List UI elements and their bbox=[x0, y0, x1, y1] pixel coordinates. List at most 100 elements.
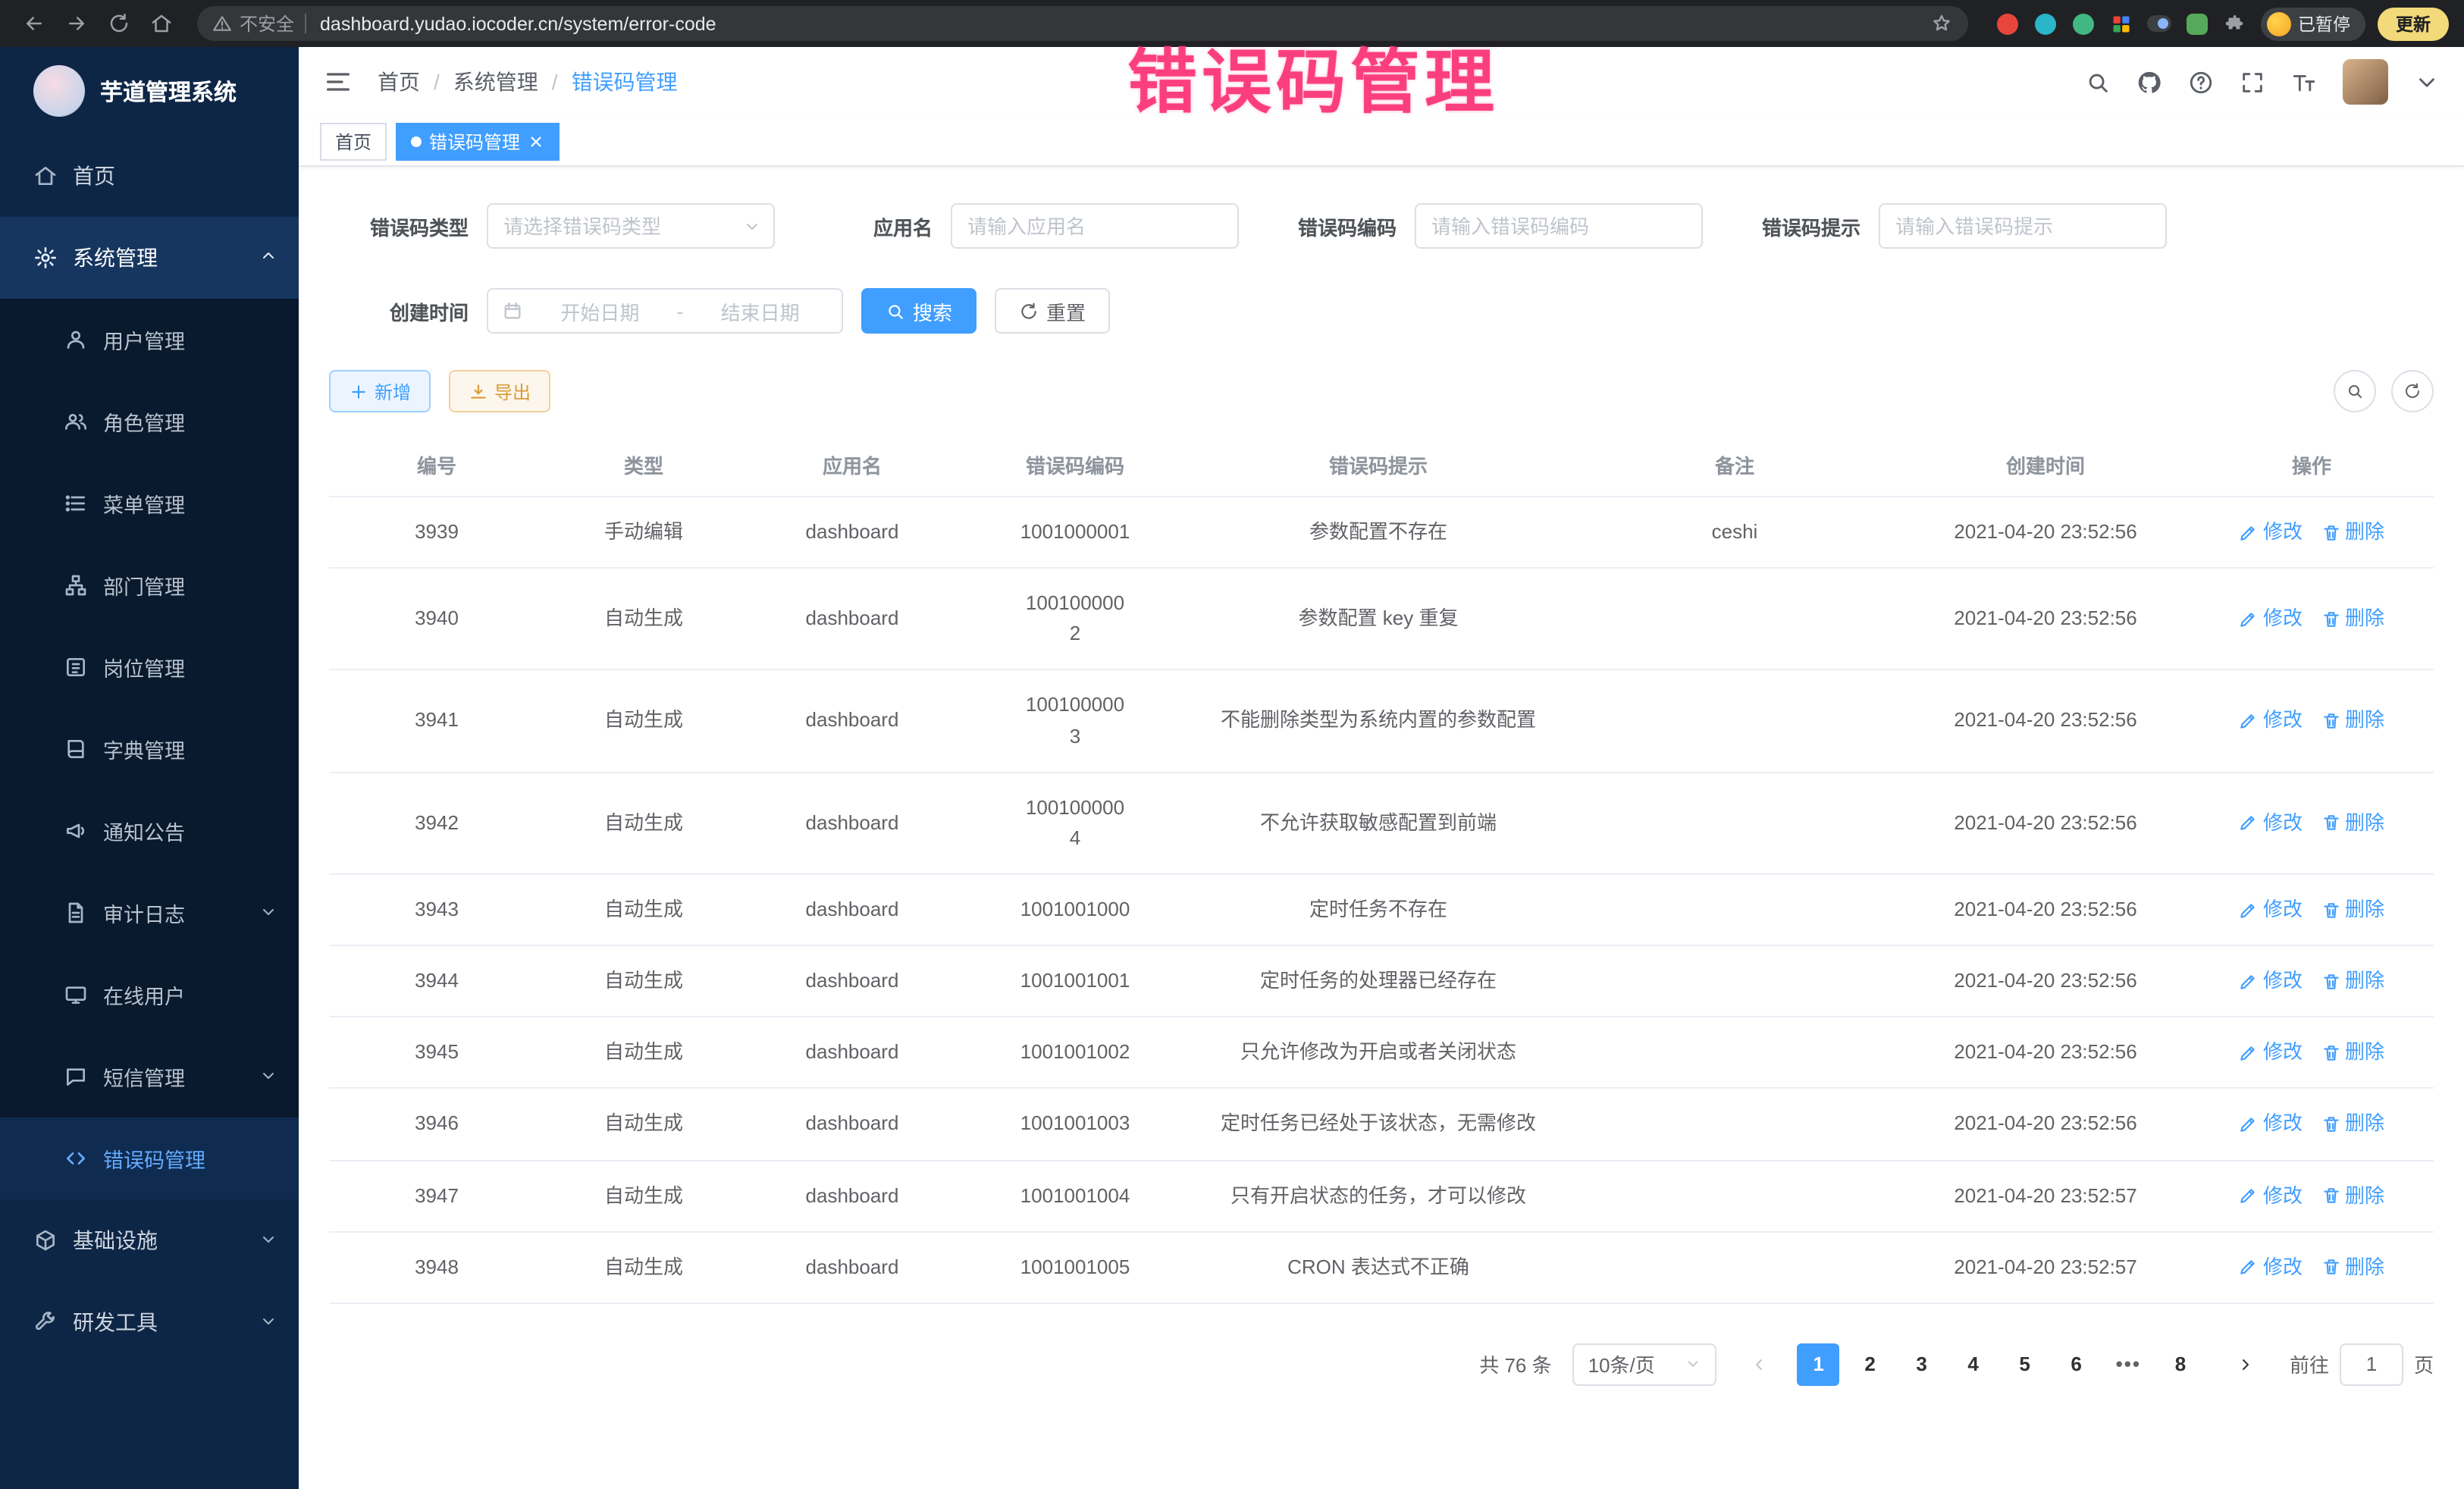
tab-item[interactable]: 错误码管理 bbox=[396, 122, 560, 160]
filter-input-field[interactable] bbox=[1892, 213, 2153, 239]
edit-link[interactable]: 修改 bbox=[2239, 895, 2303, 925]
cell-remark bbox=[1568, 804, 1901, 843]
sidebar-item-dept-management[interactable]: 部门管理 bbox=[0, 544, 299, 626]
filter-input[interactable] bbox=[951, 203, 1239, 249]
date-range-picker[interactable]: 开始日期 - 结束日期 bbox=[487, 288, 843, 334]
search-button[interactable]: 搜索 bbox=[861, 288, 977, 334]
add-button[interactable]: 新增 bbox=[329, 370, 431, 412]
delete-link[interactable]: 删除 bbox=[2321, 1180, 2384, 1211]
filter-input-field[interactable] bbox=[500, 213, 743, 239]
back-button[interactable] bbox=[15, 5, 52, 42]
edit-link[interactable]: 修改 bbox=[2239, 1180, 2303, 1211]
sidebar-item-user-management[interactable]: 用户管理 bbox=[0, 299, 299, 381]
user-avatar[interactable] bbox=[2343, 59, 2388, 105]
breadcrumb-item[interactable]: 首页 bbox=[378, 67, 420, 97]
filter-label: 应用名 bbox=[793, 212, 933, 240]
edit-link[interactable]: 修改 bbox=[2239, 517, 2303, 547]
edit-link[interactable]: 修改 bbox=[2239, 1109, 2303, 1139]
browser-update-button[interactable]: 更新 bbox=[2378, 7, 2449, 40]
sidebar-item-dict-management[interactable]: 字典管理 bbox=[0, 708, 299, 790]
filter-input[interactable] bbox=[1415, 203, 1703, 249]
edit-link[interactable]: 修改 bbox=[2239, 1252, 2303, 1282]
delete-link[interactable]: 删除 bbox=[2321, 1038, 2384, 1068]
search-icon[interactable] bbox=[2085, 69, 2111, 95]
page-button[interactable]: 1 bbox=[1798, 1343, 1840, 1386]
github-icon[interactable] bbox=[2136, 69, 2162, 95]
forward-button[interactable] bbox=[58, 5, 94, 42]
vue-devtools-icon[interactable] bbox=[2071, 11, 2095, 36]
extension-green-icon[interactable] bbox=[2184, 11, 2209, 36]
edit-link[interactable]: 修改 bbox=[2239, 808, 2303, 839]
edit-link[interactable]: 修改 bbox=[2239, 1038, 2303, 1068]
sidebar-item-post-management[interactable]: 岗位管理 bbox=[0, 626, 299, 708]
sidebar-item-notice-announcement[interactable]: 通知公告 bbox=[0, 790, 299, 872]
page-size-select[interactable]: 10条/页 bbox=[1573, 1343, 1717, 1386]
toggle-search-button[interactable] bbox=[2334, 370, 2376, 412]
sidebar-item-menu-management[interactable]: 菜单管理 bbox=[0, 462, 299, 544]
delete-link[interactable]: 删除 bbox=[2321, 808, 2384, 839]
reload-button[interactable] bbox=[100, 5, 136, 42]
sidebar-item-audit-log[interactable]: 审计日志 bbox=[0, 872, 299, 954]
sidebar: 芋道管理系统 首页系统管理用户管理角色管理菜单管理部门管理岗位管理字典管理通知公… bbox=[0, 47, 299, 1489]
delete-link[interactable]: 删除 bbox=[2321, 966, 2384, 996]
delete-link[interactable]: 删除 bbox=[2321, 517, 2384, 547]
filter-input-field[interactable] bbox=[1428, 213, 1689, 239]
hamburger-icon[interactable] bbox=[323, 67, 353, 97]
chevron-down-icon[interactable] bbox=[2414, 69, 2440, 95]
sidebar-item-label: 审计日志 bbox=[103, 898, 185, 928]
cell-time: 2021-04-20 23:52:56 bbox=[1901, 1018, 2190, 1088]
extension-teal-icon[interactable] bbox=[2033, 11, 2057, 36]
home-button[interactable] bbox=[143, 5, 179, 42]
filter-input-field[interactable] bbox=[964, 213, 1225, 239]
reset-button[interactable]: 重置 bbox=[995, 288, 1110, 334]
delete-link[interactable]: 删除 bbox=[2321, 706, 2384, 736]
sidebar-item-home[interactable]: 首页 bbox=[0, 135, 299, 217]
refresh-table-button[interactable] bbox=[2391, 370, 2434, 412]
sidebar-item-system-management[interactable]: 系统管理 bbox=[0, 217, 299, 299]
filter-item: 错误码提示 bbox=[1721, 203, 2167, 249]
app-logo[interactable] bbox=[33, 65, 85, 117]
export-button[interactable]: 导出 bbox=[449, 370, 550, 412]
next-page-button[interactable] bbox=[2224, 1343, 2267, 1386]
edit-link[interactable]: 修改 bbox=[2239, 603, 2303, 634]
breadcrumb-item: 错误码管理 bbox=[572, 67, 678, 97]
delete-link[interactable]: 删除 bbox=[2321, 1252, 2384, 1282]
prev-page-button[interactable] bbox=[1738, 1343, 1781, 1386]
page-button[interactable]: 6 bbox=[2055, 1343, 2098, 1386]
sidebar-item-error-code-management[interactable]: 错误码管理 bbox=[0, 1118, 299, 1199]
close-icon[interactable] bbox=[528, 133, 544, 149]
goto-suffix: 页 bbox=[2414, 1350, 2434, 1379]
sidebar-item-online-user[interactable]: 在线用户 bbox=[0, 954, 299, 1036]
page-button[interactable]: 8 bbox=[2159, 1343, 2202, 1386]
delete-link[interactable]: 删除 bbox=[2321, 895, 2384, 925]
delete-link[interactable]: 删除 bbox=[2321, 1109, 2384, 1139]
edit-link[interactable]: 修改 bbox=[2239, 966, 2303, 996]
goto-page-input[interactable] bbox=[2340, 1343, 2403, 1386]
sidebar-item-sms-management[interactable]: 短信管理 bbox=[0, 1036, 299, 1118]
page-button[interactable]: 3 bbox=[1901, 1343, 1943, 1386]
bookmark-star-icon[interactable] bbox=[1930, 12, 1952, 35]
page-button[interactable]: 5 bbox=[2004, 1343, 2046, 1386]
page-button[interactable]: 4 bbox=[1952, 1343, 1995, 1386]
sidebar-item-dev-tools[interactable]: 研发工具 bbox=[0, 1281, 299, 1363]
pager-ellipsis[interactable]: ••• bbox=[2107, 1343, 2150, 1386]
breadcrumb-item[interactable]: 系统管理 bbox=[453, 67, 538, 97]
edit-link[interactable]: 修改 bbox=[2239, 706, 2303, 736]
filter-input[interactable] bbox=[1879, 203, 2167, 249]
switch-extension-icon[interactable] bbox=[2146, 11, 2171, 36]
font-size-icon[interactable] bbox=[2291, 69, 2317, 95]
sidebar-item-infrastructure[interactable]: 基础设施 bbox=[0, 1199, 299, 1281]
profile-paused-badge[interactable]: 已暂停 bbox=[2260, 7, 2365, 40]
cell-remark bbox=[1568, 701, 1901, 741]
sidebar-item-role-management[interactable]: 角色管理 bbox=[0, 381, 299, 462]
extensions-puzzle-icon[interactable] bbox=[2222, 12, 2245, 35]
delete-link[interactable]: 删除 bbox=[2321, 603, 2384, 634]
tab-item[interactable]: 首页 bbox=[320, 122, 387, 160]
help-icon[interactable] bbox=[2188, 69, 2214, 95]
page-button[interactable]: 2 bbox=[1849, 1343, 1892, 1386]
extension-grid-icon[interactable] bbox=[2108, 11, 2133, 36]
fullscreen-icon[interactable] bbox=[2240, 69, 2265, 95]
address-bar[interactable]: 不安全 dashboard.yudao.iocoder.cn/system/er… bbox=[197, 6, 1967, 41]
extension-red-icon[interactable] bbox=[1995, 11, 2019, 36]
error-code-type-select[interactable] bbox=[487, 203, 775, 249]
